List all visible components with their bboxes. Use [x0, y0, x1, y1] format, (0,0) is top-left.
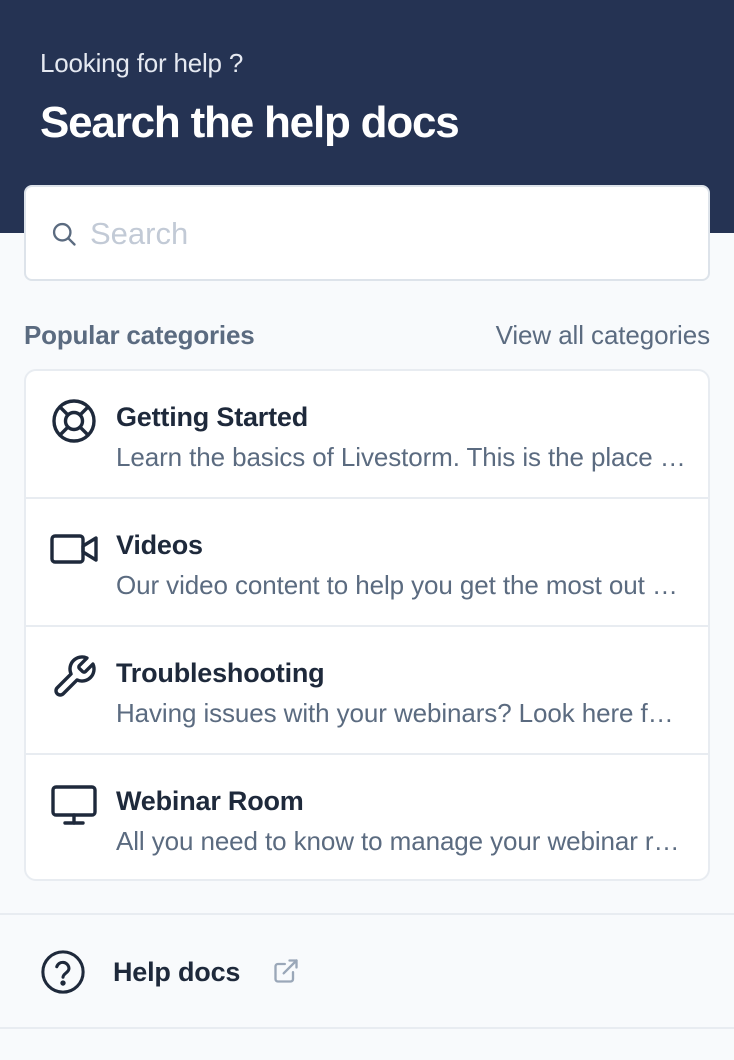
categories-header: Popular categories View all categories	[24, 317, 710, 353]
search-icon	[52, 222, 76, 246]
lifebuoy-icon	[52, 399, 96, 443]
category-item-webinar-room[interactable]: Webinar Room All you need to know to man…	[26, 755, 708, 879]
search-input[interactable]	[90, 207, 690, 261]
help-panel: Looking for help ? Search the help docs …	[0, 0, 734, 1060]
header-eyebrow: Looking for help ?	[40, 48, 244, 78]
help-docs-label: Help docs	[113, 957, 241, 987]
category-title: Webinar Room	[116, 786, 304, 816]
monitor-icon	[51, 785, 97, 825]
category-item-troubleshooting[interactable]: Troubleshooting Having issues with your …	[26, 627, 708, 755]
category-item-getting-started[interactable]: Getting Started Learn the basics of Live…	[26, 371, 708, 499]
category-title: Getting Started	[116, 402, 309, 432]
categories-title: Popular categories	[24, 320, 255, 350]
footer-divider	[0, 1027, 734, 1029]
header-title: Search the help docs	[40, 98, 460, 147]
category-title: Troubleshooting	[116, 658, 325, 688]
search-box[interactable]	[24, 185, 710, 281]
category-description: Learn the basics of Livestorm. This is t…	[116, 442, 688, 472]
category-description: Our video content to help you get the mo…	[116, 570, 688, 600]
help-docs-link[interactable]: Help docs	[40, 947, 340, 997]
category-title: Videos	[116, 530, 203, 560]
view-all-categories-link[interactable]: View all categories	[496, 317, 711, 353]
video-camera-icon	[50, 534, 98, 564]
category-item-videos[interactable]: Videos Our video content to help you get…	[26, 499, 708, 627]
category-description: All you need to know to manage your webi…	[116, 826, 688, 856]
external-link-icon	[274, 959, 298, 983]
footer-divider	[0, 913, 734, 915]
category-list: Getting Started Learn the basics of Live…	[24, 369, 710, 881]
question-circle-icon	[41, 950, 85, 994]
wrench-icon	[54, 655, 96, 697]
category-description: Having issues with your webinars? Look h…	[116, 698, 688, 728]
